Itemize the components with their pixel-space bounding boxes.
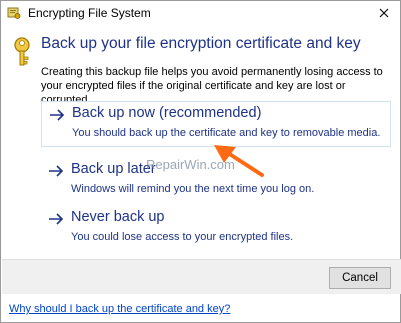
cancel-button[interactable]: Cancel	[329, 267, 391, 289]
back-up-now-description: You should back up the certificate and k…	[72, 127, 381, 139]
title-bar[interactable]: Encrypting File System	[1, 1, 400, 25]
footer-bar: Cancel	[2, 259, 401, 294]
help-link[interactable]: Why should I back up the certificate and…	[9, 303, 230, 315]
close-icon	[379, 8, 389, 18]
back-up-now-label: Back up now (recommended)	[72, 105, 262, 121]
never-back-up-description: You could lose access to your encrypted …	[71, 231, 294, 243]
pointer-arrow-icon	[206, 143, 266, 179]
dialog-heading: Back up your file encryption certificate…	[41, 35, 361, 52]
arrow-right-icon	[48, 106, 66, 124]
certificate-key-icon	[7, 6, 21, 20]
window-title: Encrypting File System	[28, 6, 151, 20]
close-button[interactable]	[368, 1, 400, 25]
key-icon	[11, 37, 33, 67]
back-up-later-label: Back up later	[71, 161, 156, 177]
arrow-right-icon	[47, 162, 65, 180]
never-back-up-label: Never back up	[71, 209, 165, 225]
arrow-right-icon	[47, 210, 65, 228]
never-back-up-option[interactable]: Never back up You could lose access to y…	[41, 206, 391, 252]
back-up-later-description: Windows will remind you the next time yo…	[71, 183, 315, 195]
efs-dialog-window: Encrypting File System Back up your file…	[0, 0, 401, 323]
back-up-now-option[interactable]: Back up now (recommended) You should bac…	[41, 101, 391, 147]
